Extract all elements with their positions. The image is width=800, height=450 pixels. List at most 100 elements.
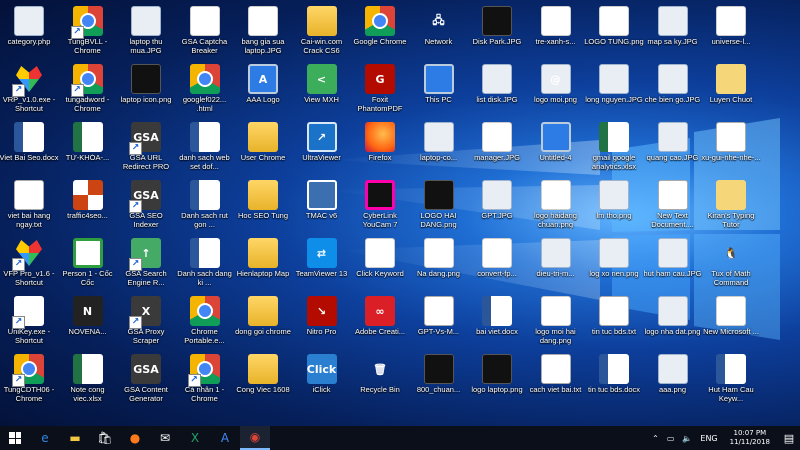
desktop-icon[interactable]: Firefox <box>351 120 409 178</box>
desktop-icon[interactable]: Cá nhân 1 - Chrome <box>176 352 234 410</box>
desktop-icon[interactable]: logo moi hai dang.png <box>527 294 585 352</box>
desktop-icon[interactable]: A AAA Logo <box>234 62 292 120</box>
desktop-icon[interactable]: 🖧 Network <box>410 4 468 62</box>
desktop-icon[interactable]: logo haidang chuan.png <box>527 178 585 236</box>
desktop-icon[interactable]: xu-gui-nhe-nhe-... <box>701 120 761 178</box>
volume-icon[interactable]: 🔈 <box>678 434 696 443</box>
desktop-icon[interactable]: logo laptop.png <box>468 352 526 410</box>
desktop-icon[interactable]: GPT.JPG <box>468 178 526 236</box>
desktop-icon[interactable]: laptop icon.png <box>117 62 175 120</box>
desktop-icon[interactable]: tungadword - Chrome <box>59 62 117 120</box>
desktop-icon[interactable]: GSAGSA URL Redirect PRO <box>117 120 175 178</box>
desktop-icon[interactable]: Xgmail google analytics.xlsx <box>585 120 643 178</box>
desktop-icon[interactable]: che bien go.JPG <box>644 62 702 120</box>
desktop-icon[interactable]: cach viet bai.txt <box>527 352 585 410</box>
desktop-icon[interactable]: universe-l... <box>702 4 760 62</box>
desktop-icon[interactable]: TMAC v6 <box>293 178 351 236</box>
start-button[interactable] <box>0 426 30 450</box>
desktop-icon[interactable]: X TỪ-KHÓA-... <box>59 120 117 178</box>
desktop-icon[interactable]: convert-fp... <box>468 236 526 294</box>
network-tray-icon[interactable]: ▭ <box>663 434 679 443</box>
desktop-icon[interactable]: Wtin tuc bds.docx <box>585 352 643 410</box>
desktop-icon[interactable]: ⇄ TeamViewer 13 <box>293 236 351 294</box>
desktop-icon[interactable]: category.php <box>0 4 58 62</box>
store-icon[interactable]: 🛍 <box>90 426 120 450</box>
desktop-icon[interactable]: lm tho.png <box>585 178 643 236</box>
desktop-icon[interactable]: GSA GSA Content Generator <box>117 352 175 410</box>
desktop-icon[interactable]: Cong Viec 1608 <box>234 352 292 410</box>
desktop-icon[interactable]: log xo nen.png <box>585 236 643 294</box>
desktop-icon[interactable]: W Viet Bai Seo.docx <box>0 120 59 178</box>
desktop-icon[interactable]: W Hut Ham Cau Keyw... <box>702 352 760 410</box>
excel-icon[interactable]: X <box>180 426 210 450</box>
desktop-icon[interactable]: Click iClick <box>293 352 351 410</box>
desktop-icon[interactable]: laptop-co... <box>410 120 468 178</box>
desktop-icon[interactable]: long nguyen.JPG <box>585 62 643 120</box>
desktop-icon[interactable]: VFP Pro_v1.6 - Shortcut <box>0 236 58 294</box>
desktop-icon[interactable]: Kiran's Typing Tutor <box>702 178 760 236</box>
desktop-icon[interactable]: XGSA Proxy Scraper <box>117 294 175 352</box>
desktop-icon[interactable]: This PC <box>410 62 468 120</box>
desktop-icon[interactable]: laptop thu mua.JPG <box>117 4 175 62</box>
desktop-icon[interactable]: logo nha dat.png <box>644 294 702 352</box>
mail-icon[interactable]: ✉ <box>150 426 180 450</box>
desktop-icon[interactable]: viet bai hang ngay.txt <box>0 178 58 236</box>
desktop-icon[interactable]: Wbai viet.docx <box>468 294 526 352</box>
desktop-icon[interactable]: W Danh sach dang ki ... <box>176 236 234 294</box>
clock[interactable]: 10:07 PM 11/11/2018 <box>722 429 778 447</box>
desktop-icon[interactable]: Luyen Chuot <box>702 62 760 120</box>
desktop-icon[interactable]: map sa ky.JPG <box>644 4 702 62</box>
desktop-icon[interactable]: Untitled-4 <box>527 120 585 178</box>
desktop-icon[interactable]: < View MXH <box>293 62 351 120</box>
chevron-up-icon[interactable]: ⌃ <box>648 434 663 443</box>
desktop-icon[interactable]: User Chrome <box>234 120 292 178</box>
desktop-icon[interactable]: CyberLink YouCam 7 <box>351 178 409 236</box>
desktop-icon[interactable]: dong goi chrome <box>234 294 292 352</box>
desktop-icon[interactable]: LOGO HAI DANG.png <box>410 178 468 236</box>
desktop-icon[interactable]: ||| GSA Captcha Breaker <box>176 4 234 62</box>
desktop-icon[interactable]: bang gia sua laptop.JPG <box>234 4 292 62</box>
desktop-icon[interactable]: hut ham cau.JPG <box>644 236 702 294</box>
desktop-icon[interactable]: Click Keyword <box>351 236 409 294</box>
chrome-icon[interactable]: ◉ <box>240 426 270 450</box>
desktop-icon[interactable]: TungCDTH06 - Chrome <box>0 352 58 410</box>
desktop-icon[interactable]: aaa.png <box>644 352 702 410</box>
desktop-icon[interactable]: quang cao.JPG <box>644 120 702 178</box>
desktop-icon[interactable]: Wdanh sach web set dof... <box>176 120 234 178</box>
desktop-icon[interactable]: Google Chrome <box>351 4 409 62</box>
file-explorer-icon[interactable]: ▬ <box>60 426 90 450</box>
desktop-icon[interactable]: TungBVLL - Chrome <box>59 4 117 62</box>
desktop-icon[interactable]: tin tuc bds.txt <box>585 294 643 352</box>
language-indicator[interactable]: ENG <box>696 434 721 443</box>
desktop-icon[interactable]: W Danh sach rut gon ... <box>176 178 234 236</box>
desktop-icon[interactable]: 🐧 Tux of Math Command <box>702 236 760 294</box>
desktop-icon[interactable]: VRP_v1.0.exe - Shortcut <box>0 62 58 120</box>
desktop-icon[interactable]: N NOVENA... <box>59 294 117 352</box>
desktop-icon[interactable]: New Text Document.... <box>644 178 702 236</box>
firefox-icon[interactable]: ● <box>120 426 150 450</box>
desktop-icon[interactable]: Chrome Portable.e... <box>176 294 234 352</box>
desktop-icon[interactable]: X Note cong viec.xlsx <box>59 352 117 410</box>
desktop-icon[interactable]: 800_chuan... <box>410 352 468 410</box>
desktop-icon[interactable]: ↑GSA Search Engine R... <box>117 236 175 294</box>
desktop-icon[interactable]: Person 1 - Cốc Cốc <box>59 236 117 294</box>
desktop-icon[interactable]: GSAGSA SEO Indexer <box>117 178 175 236</box>
edge-icon[interactable]: e <box>30 426 60 450</box>
desktop-icon[interactable]: Disk Park.JPG <box>468 4 526 62</box>
desktop-icon[interactable]: ∞ Adobe Creati... <box>351 294 409 352</box>
action-center-icon[interactable]: ▤ <box>778 426 800 450</box>
desktop-icon[interactable]: @ logo moi.png <box>527 62 585 120</box>
desktop-icon[interactable]: Cai-win.com Crack CS6 <box>293 4 351 62</box>
desktop-icon[interactable]: ↗ UltraViewer <box>293 120 351 178</box>
google-ads-icon[interactable]: A <box>210 426 240 450</box>
desktop-icon[interactable]: 🗑 Recycle Bin <box>351 352 409 410</box>
desktop-icon[interactable]: Hoc SEO Tung <box>234 178 292 236</box>
desktop-icon[interactable]: G Foxit PhantomPDF <box>351 62 409 120</box>
desktop-icon[interactable]: manager.JPG <box>468 120 526 178</box>
desktop-icon[interactable]: tre-xanh-s... <box>527 4 585 62</box>
desktop-icon[interactable]: UUniKey.exe - Shortcut <box>0 294 58 352</box>
desktop-icon[interactable]: Na dang.png <box>410 236 468 294</box>
desktop-icon[interactable]: Hienlaptop Map <box>234 236 292 294</box>
desktop-icon[interactable]: New Microsoft ... <box>702 294 760 352</box>
desktop-icon[interactable]: list disk.JPG <box>468 62 526 120</box>
